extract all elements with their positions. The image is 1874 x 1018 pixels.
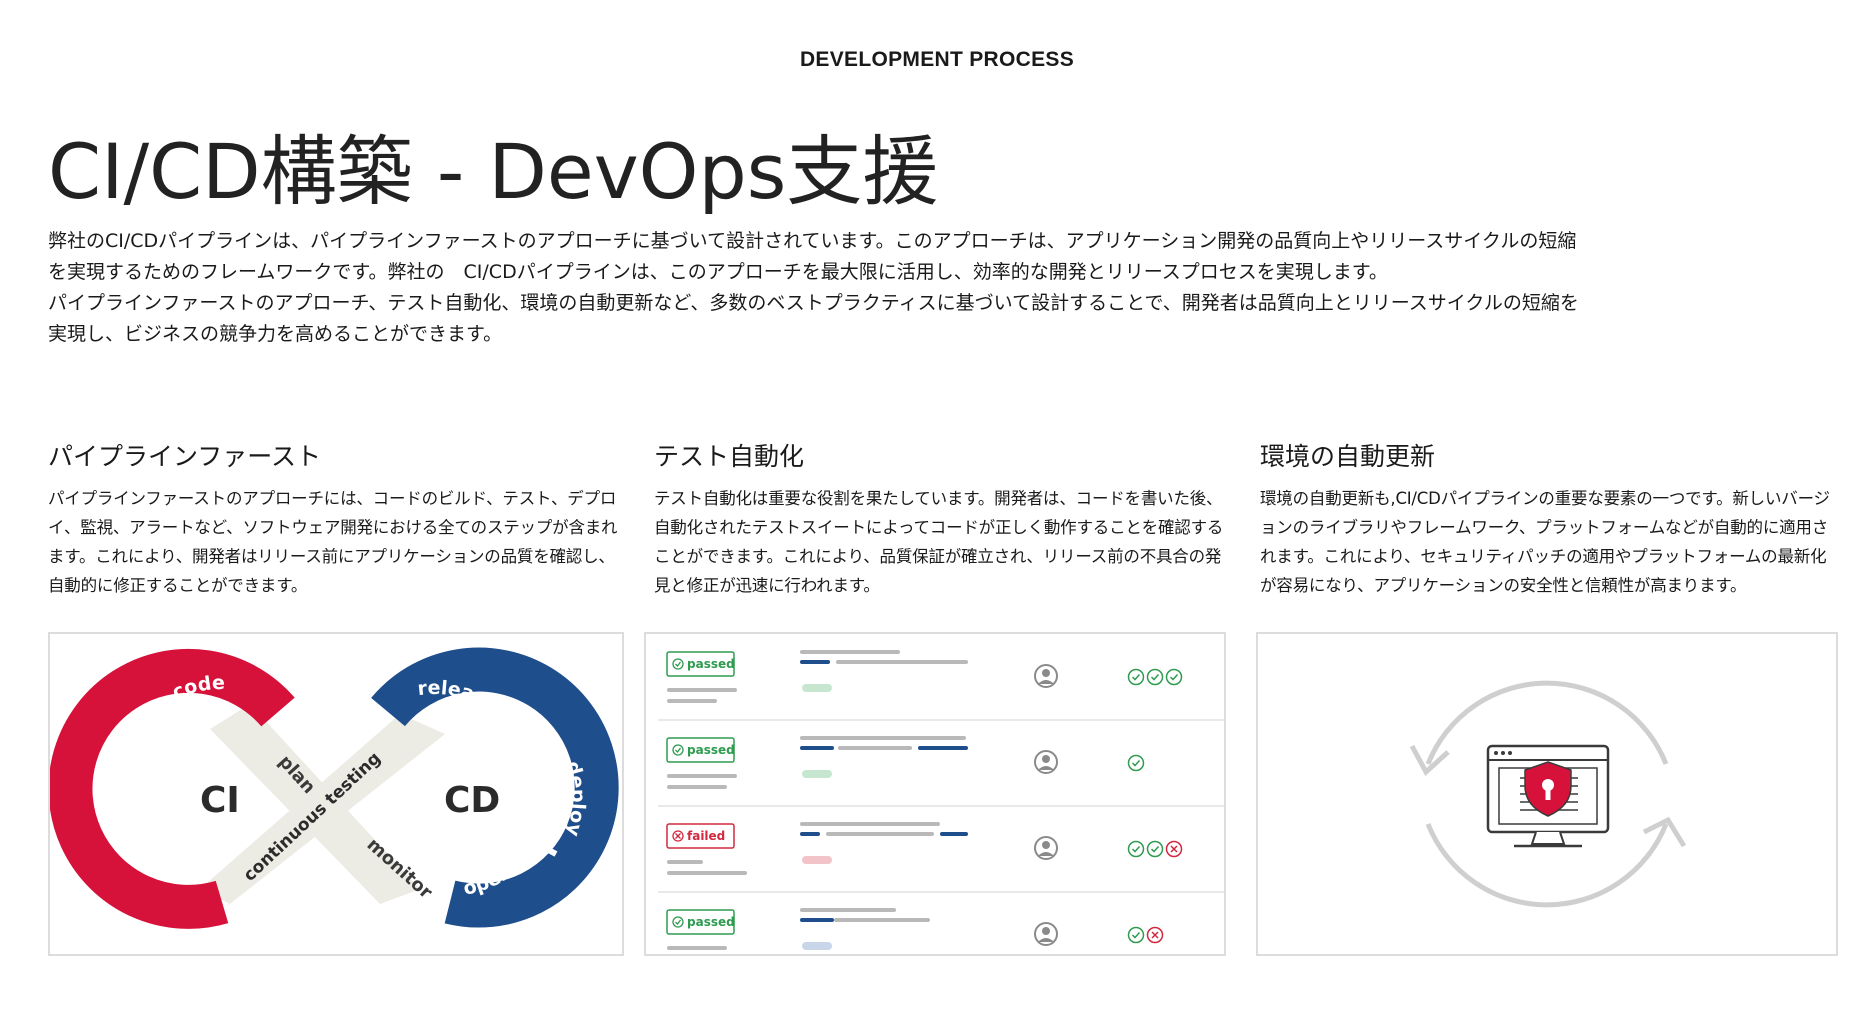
feature-description: 環境の自動更新も,CI/CDパイプラインの重要な要素の一つです。新しいバージョン… (1260, 489, 1830, 595)
commit-summary (800, 736, 968, 778)
intro-text: 弊社のCI/CDパイプラインは、パイプラインファーストのアプローチに基づいて設計… (48, 226, 1588, 350)
commit-summary (800, 650, 968, 692)
check-circle-icon (1146, 840, 1164, 858)
table-row[interactable]: passed (658, 891, 1224, 954)
page-title: CI/CD構築 - DevOps支援 (48, 127, 939, 216)
infinity-loop-graphic: code build release deploy operate plan m… (50, 647, 619, 929)
feature-description: パイプラインファーストのアプローチには、コードのビルド、テスト、デプロイ、監視、… (48, 489, 618, 595)
test-results-panel: passed passed failed passed (644, 632, 1226, 956)
feature-heading: テスト自動化 (654, 442, 805, 471)
feature-auto-update: 環境の自動更新 環境の自動更新も,CI/CDパイプラインの重要な要素の一つです。… (1260, 440, 1836, 600)
avatar[interactable] (1034, 664, 1058, 688)
check-circle-icon (1127, 840, 1145, 858)
feature-heading: パイプラインファースト (48, 442, 322, 471)
label-deploy: deploy (561, 759, 589, 840)
avatar[interactable] (1034, 750, 1058, 774)
intro-paragraph-2: パイプラインファーストのアプローチ、テスト自動化、環境の自動更新など、多数のベス… (48, 292, 1579, 345)
status-badge: passed (666, 909, 735, 935)
status-label: failed (687, 829, 725, 843)
avatar[interactable] (1034, 922, 1058, 946)
commit-summary (800, 822, 968, 864)
avatar[interactable] (1034, 836, 1058, 860)
status-label: passed (687, 915, 735, 929)
check-circle-icon (1146, 668, 1164, 686)
stage-results (1127, 754, 1145, 772)
section-eyebrow: DEVELOPMENT PROCESS (799, 48, 1075, 71)
check-circle-icon (1127, 754, 1145, 772)
feature-pipeline-first: パイプラインファースト パイプラインファーストのアプローチには、コードのビルド、… (48, 440, 624, 600)
table-row[interactable]: failed (658, 805, 1224, 875)
check-circle-icon (1127, 926, 1145, 944)
table-row[interactable]: passed (658, 719, 1224, 789)
feature-heading: 環境の自動更新 (1260, 442, 1436, 471)
status-badge: passed (666, 651, 735, 677)
feature-description: テスト自動化は重要な役割を果たしています。開発者は、コードを書いた後、自動化され… (654, 489, 1224, 595)
check-circle-icon (1127, 668, 1145, 686)
auto-update-illustration (1256, 632, 1838, 956)
feature-test-automation: テスト自動化 テスト自動化は重要な役割を果たしています。開発者は、コードを書いた… (654, 440, 1230, 600)
stage-results (1127, 926, 1164, 944)
check-circle-icon (1165, 668, 1183, 686)
shield-lock-monitor-icon (1486, 744, 1610, 848)
x-circle-icon (1165, 840, 1183, 858)
status-label: passed (687, 657, 735, 671)
cicd-infinity-diagram: code build release deploy operate plan m… (48, 632, 624, 956)
intro-paragraph-1: 弊社のCI/CDパイプラインは、パイプラインファーストのアプローチに基づいて設計… (48, 230, 1577, 283)
cd-label: CD (444, 780, 500, 821)
x-circle-icon (1146, 926, 1164, 944)
ci-label: CI (200, 780, 240, 821)
stage-results (1127, 668, 1183, 686)
status-badge: failed (666, 823, 735, 849)
table-row[interactable]: passed (666, 650, 1183, 703)
commit-summary (800, 908, 930, 950)
status-badge: passed (666, 737, 735, 763)
test-results-list: passed passed failed passed (658, 650, 1224, 954)
status-label: passed (687, 743, 735, 757)
stage-results (1127, 840, 1183, 858)
refresh-cycle-icon (1409, 680, 1687, 908)
